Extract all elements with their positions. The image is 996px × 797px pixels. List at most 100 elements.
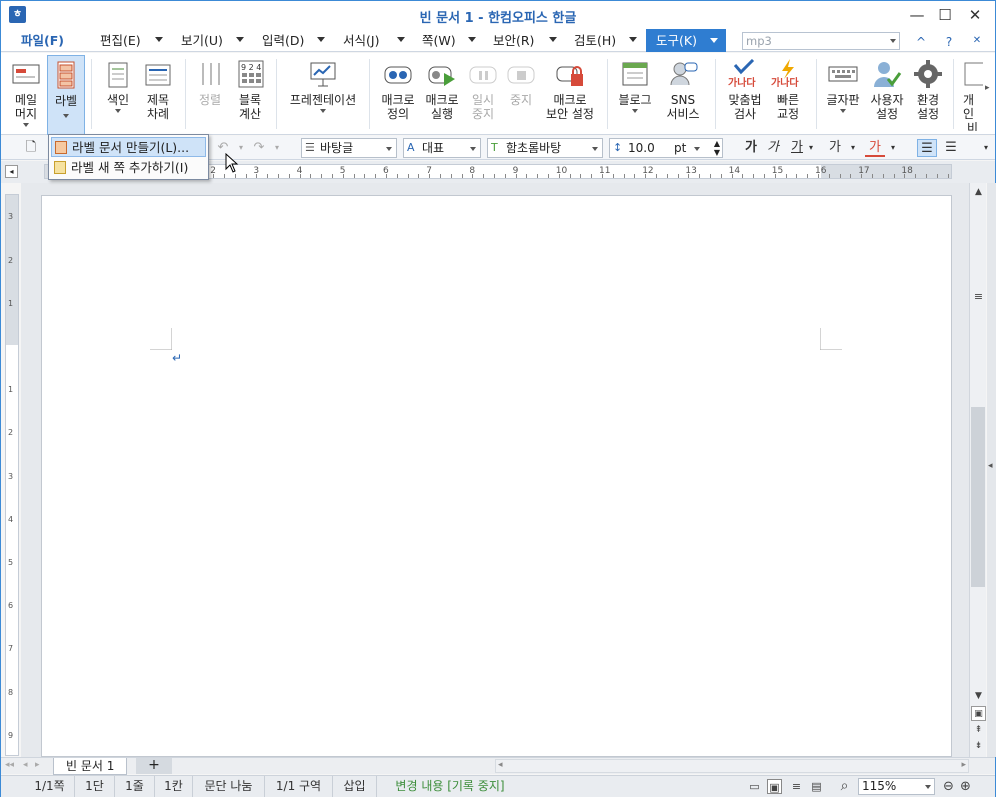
side-panel-toggle[interactable]: ◂: [987, 183, 996, 757]
justify-align-icon[interactable]: ☰: [917, 139, 937, 157]
ribbon-collapse-button[interactable]: ^: [913, 35, 929, 49]
chevron-down-icon[interactable]: ▾: [843, 139, 863, 157]
block-calc-button[interactable]: 9 2 4 블록 계산: [231, 55, 269, 131]
menu-file[interactable]: 파일(F): [21, 29, 64, 52]
keyboard-button[interactable]: 글자판: [823, 55, 863, 131]
bold-button[interactable]: 가: [741, 139, 761, 157]
scroll-thumb[interactable]: [971, 407, 985, 587]
menu-tools[interactable]: 도구(K): [646, 29, 726, 52]
split-view-icon[interactable]: ≡: [971, 289, 986, 304]
maximize-button[interactable]: ☐: [934, 5, 956, 25]
toc-button[interactable]: 제목 차례: [139, 55, 177, 131]
macro-pause-button[interactable]: 일시 중지: [465, 55, 501, 131]
menu-edit[interactable]: 편집(E): [100, 29, 141, 52]
chevron-down-icon[interactable]: [317, 37, 325, 42]
mail-merge-button[interactable]: 메일 머지: [7, 55, 45, 131]
status-track-changes[interactable]: 변경 내용 [기록 중지]: [377, 776, 523, 797]
zoom-combo[interactable]: 115%: [858, 778, 935, 795]
ribbon-scroll-icon[interactable]: ▸: [985, 83, 990, 93]
font-size-combo[interactable]: ↕ 10.0 pt ▲ ▼: [609, 138, 723, 158]
language-combo[interactable]: A 대표: [403, 138, 481, 158]
next-page-icon[interactable]: ⇟: [971, 739, 986, 754]
horizontal-scrollbar[interactable]: ◂ ▸: [495, 759, 969, 773]
strikethrough-button[interactable]: 가: [825, 139, 845, 157]
font-combo[interactable]: T 함초롬바탕: [487, 138, 603, 158]
zoom-icon[interactable]: ⌕: [837, 779, 852, 794]
new-document-icon[interactable]: 🗋: [21, 139, 41, 157]
label-button[interactable]: 라벨: [47, 55, 85, 135]
add-tab-button[interactable]: +: [136, 758, 172, 774]
menu-review[interactable]: 검토(H): [574, 29, 616, 52]
presentation-button[interactable]: 프레젠테이션: [285, 55, 361, 131]
document-page[interactable]: [41, 195, 952, 757]
zoom-in-icon[interactable]: ⊕: [958, 779, 973, 794]
personal-button[interactable]: 개인 비: [959, 55, 983, 131]
font-color-button[interactable]: 가: [865, 139, 885, 157]
scroll-down-icon[interactable]: ▼: [971, 689, 986, 704]
doc-close-button[interactable]: ✕: [969, 35, 985, 46]
help-button[interactable]: ?: [941, 35, 957, 49]
menu-view[interactable]: 보기(U): [181, 29, 223, 52]
style-combo[interactable]: ☰ 바탕글: [301, 138, 397, 158]
chevron-down-icon[interactable]: [549, 37, 557, 42]
block-calc-label-1: 블록: [238, 93, 262, 107]
chevron-left-icon[interactable]: ◂: [988, 461, 993, 471]
menu-item-create-label-doc[interactable]: 라벨 문서 만들기(L)...: [51, 137, 206, 157]
page-view-icon[interactable]: ▣: [971, 706, 986, 721]
env-settings-button[interactable]: 환경 설정: [909, 55, 947, 131]
chevron-down-icon[interactable]: ▾: [267, 139, 287, 157]
status-insert-mode[interactable]: 삽입: [333, 776, 377, 797]
user-settings-button[interactable]: 사용자 설정: [867, 55, 907, 131]
tab-document[interactable]: 빈 문서 1: [53, 758, 128, 775]
index-button[interactable]: 색인: [99, 55, 137, 131]
menu-security[interactable]: 보안(R): [493, 29, 534, 52]
scroll-up-icon[interactable]: ▲: [971, 185, 986, 200]
italic-button[interactable]: 가: [763, 139, 783, 157]
view-outline-icon[interactable]: ≡: [789, 779, 804, 794]
chevron-down-icon[interactable]: ▾: [801, 139, 821, 157]
toolbar-more-icon[interactable]: ▾: [979, 139, 993, 157]
menu-page[interactable]: 쪽(W): [422, 29, 456, 52]
menu-item-add-label-page[interactable]: 라벨 새 쪽 추가하기(I): [51, 158, 206, 178]
view-normal-icon[interactable]: ▭: [747, 779, 762, 794]
chevron-down-icon[interactable]: [468, 37, 476, 42]
menu-input[interactable]: 입력(D): [262, 29, 304, 52]
chevron-down-icon[interactable]: ▾: [883, 139, 903, 157]
left-align-icon[interactable]: ☰: [941, 139, 961, 157]
spinner-icon[interactable]: ▲ ▼: [714, 139, 720, 157]
macro-stop-button[interactable]: 중지: [503, 55, 539, 131]
view-page-icon[interactable]: ▣: [767, 779, 782, 794]
spell-check-button[interactable]: 가나다 맞춤법 검사: [723, 55, 767, 131]
scroll-right-icon[interactable]: ▸: [961, 760, 966, 770]
chevron-down-icon[interactable]: [397, 37, 405, 42]
scroll-left-icon[interactable]: ◂: [498, 760, 503, 770]
tab-stop-selector[interactable]: ◂: [5, 165, 18, 178]
tab-prev-icon[interactable]: ◂: [23, 760, 28, 770]
chevron-down-icon[interactable]: [629, 37, 637, 42]
minimize-button[interactable]: —: [906, 5, 928, 25]
blog-button[interactable]: 블로그: [615, 55, 655, 131]
chevron-down-icon[interactable]: [155, 37, 163, 42]
macro-define-button[interactable]: 매크로 정의: [377, 55, 419, 131]
search-combo[interactable]: mp3: [742, 32, 900, 50]
sns-button[interactable]: SNS 서비스: [661, 55, 705, 131]
sort-button[interactable]: 정렬: [191, 55, 229, 131]
close-button[interactable]: ✕: [964, 5, 986, 25]
status-page[interactable]: 1/1쪽: [25, 776, 75, 797]
menu-format[interactable]: 서식(J): [343, 29, 379, 52]
tab-next-icon[interactable]: ▸: [35, 760, 40, 770]
redo-icon[interactable]: ↷: [249, 139, 269, 157]
ruler-tick: [656, 174, 657, 178]
ruler-label: 11: [599, 166, 611, 176]
vertical-ruler[interactable]: 32112345678910: [5, 194, 19, 756]
chevron-down-icon[interactable]: [236, 37, 244, 42]
zoom-out-icon[interactable]: ⊖: [941, 779, 956, 794]
view-doc-icon[interactable]: ▤: [809, 779, 824, 794]
quick-correct-button[interactable]: 가나다 빠른 교정: [767, 55, 809, 131]
vertical-scrollbar[interactable]: ▲ ≡ ▼ ▣ ⇞ ⇟: [969, 183, 986, 757]
prev-page-icon[interactable]: ⇞: [971, 723, 986, 738]
tab-first-icon[interactable]: ◂◂: [5, 760, 14, 770]
macro-security-button[interactable]: 매크로 보안 설정: [541, 55, 599, 131]
macro-run-button[interactable]: 매크로 실행: [421, 55, 463, 131]
chevron-down-icon[interactable]: [890, 39, 896, 43]
